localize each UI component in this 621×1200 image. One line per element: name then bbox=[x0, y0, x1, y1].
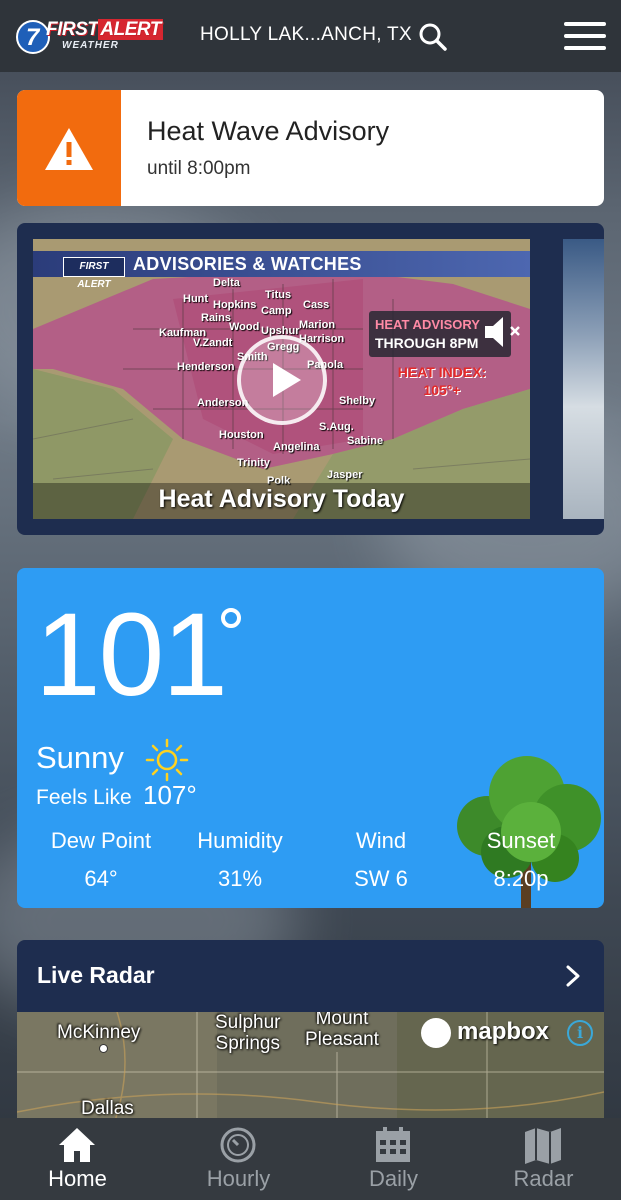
info-icon[interactable]: i bbox=[567, 1020, 593, 1046]
play-button[interactable] bbox=[237, 335, 327, 425]
mapbox-logo-icon bbox=[421, 1018, 451, 1048]
stat-value: SW 6 bbox=[354, 866, 408, 891]
chevron-right-icon[interactable] bbox=[563, 964, 583, 988]
alert-icon-box bbox=[17, 90, 121, 206]
clock-icon bbox=[220, 1127, 256, 1163]
city-label-sulphur-springs: Sulphur Springs bbox=[215, 1012, 281, 1054]
logo-subtext: WEATHER bbox=[62, 40, 119, 51]
advisory-overlay-line1: HEAT ADVISORY bbox=[375, 317, 480, 332]
stat-label: Dew Point bbox=[50, 828, 152, 853]
map-banner-title: ADVISORIES & WATCHES bbox=[133, 254, 362, 274]
heat-index-label: HEAT INDEX: bbox=[397, 364, 487, 380]
nav-daily[interactable]: Daily bbox=[316, 1118, 471, 1200]
search-icon[interactable] bbox=[418, 22, 448, 52]
hamburger-menu-icon[interactable] bbox=[564, 22, 606, 50]
county-label: Cass bbox=[303, 299, 330, 311]
condition-text: Sunny bbox=[36, 740, 124, 775]
city-dot bbox=[99, 1044, 108, 1053]
alert-subtitle: until 8:00pm bbox=[147, 158, 251, 179]
app-header: 7 FIRST ALERT WEATHER HOLLY LAK...ANCH, T… bbox=[0, 0, 621, 72]
map-icon bbox=[525, 1128, 561, 1164]
home-icon bbox=[59, 1128, 95, 1162]
nav-hourly[interactable]: Hourly bbox=[161, 1118, 316, 1200]
stat-value: 8:20p bbox=[493, 866, 549, 891]
calendar-icon bbox=[376, 1127, 410, 1162]
feels-like-label: Feels Like bbox=[36, 786, 132, 809]
current-conditions-card[interactable]: 101 Sunny Feels Like 107° Dew Point 64° … bbox=[17, 568, 604, 908]
county-label: Titus bbox=[265, 289, 292, 301]
advisory-overlay-line2: THROUGH 8PM bbox=[375, 335, 479, 351]
county-label: S.Aug. bbox=[319, 421, 354, 433]
stat-label: Wind bbox=[355, 828, 407, 853]
live-radar-card[interactable]: Live Radar McKinney Sulphur Springs Mount… bbox=[17, 940, 604, 1140]
dew-point-stat: Dew Point 64° bbox=[31, 828, 171, 892]
bottom-navigation: Home Hourly Daily Radar bbox=[0, 1118, 621, 1200]
county-label: Houston bbox=[219, 429, 264, 441]
logo-text: FIRST ALERT bbox=[46, 19, 163, 40]
sun-icon bbox=[145, 738, 189, 782]
county-label: Sabine bbox=[347, 435, 384, 447]
nav-label: Home bbox=[48, 1166, 107, 1191]
nav-radar[interactable]: Radar bbox=[466, 1118, 621, 1200]
play-icon bbox=[273, 363, 301, 397]
heat-advisory-alert-card[interactable]: Heat Wave Advisory until 8:00pm bbox=[17, 90, 604, 206]
stat-label: Humidity bbox=[197, 828, 283, 853]
nav-home[interactable]: Home bbox=[0, 1118, 155, 1200]
county-label: Henderson bbox=[177, 361, 235, 373]
county-label: Shelby bbox=[339, 395, 376, 407]
county-label: Hunt bbox=[183, 293, 209, 305]
stat-value: 31% bbox=[217, 866, 263, 891]
nav-label: Daily bbox=[369, 1166, 418, 1191]
video-caption: Heat Advisory Today bbox=[158, 485, 405, 513]
county-label: Angelina bbox=[273, 441, 320, 453]
nav-label: Hourly bbox=[206, 1166, 271, 1191]
county-label: Hopkins bbox=[213, 299, 257, 311]
location-label[interactable]: HOLLY LAK...ANCH, TX bbox=[200, 24, 412, 46]
city-label-mount-pleasant: Mount Pleasant bbox=[305, 1012, 379, 1050]
stat-value: 64° bbox=[84, 866, 118, 891]
radar-title: Live Radar bbox=[37, 962, 155, 988]
county-label: Camp bbox=[261, 305, 292, 317]
first-alert-banner-logo: FIRST ALERT bbox=[63, 257, 125, 290]
heat-index-value: 105°+ bbox=[423, 382, 461, 398]
mute-icon[interactable] bbox=[483, 315, 525, 349]
county-label: Wood bbox=[229, 321, 260, 333]
degree-symbol bbox=[221, 608, 241, 628]
wind-stat: Wind SW 6 bbox=[311, 828, 451, 892]
county-label: Trinity bbox=[237, 457, 271, 469]
county-label: Rains bbox=[201, 312, 231, 324]
current-temperature: 101 bbox=[35, 589, 228, 721]
county-label: V.Zandt bbox=[193, 337, 233, 349]
heat-index-overlay: HEAT INDEX: 105°+ bbox=[379, 363, 505, 399]
next-video-thumbnail[interactable] bbox=[563, 239, 604, 519]
feels-like-value: 107° bbox=[143, 780, 197, 810]
stat-label: Sunset bbox=[486, 828, 556, 853]
warning-triangle-icon bbox=[45, 128, 93, 170]
nav-label: Radar bbox=[513, 1166, 574, 1191]
mapbox-text: mapbox bbox=[457, 1018, 550, 1045]
humidity-stat: Humidity 31% bbox=[170, 828, 310, 892]
city-label-mckinney: McKinney bbox=[57, 1022, 141, 1043]
county-label: Marion bbox=[299, 319, 336, 331]
county-label: Jasper bbox=[327, 469, 363, 481]
alert-title: Heat Wave Advisory bbox=[147, 116, 390, 146]
city-label-dallas: Dallas bbox=[81, 1098, 134, 1119]
channel-7-logo: 7 bbox=[16, 20, 50, 54]
video-thumbnail[interactable]: FIRST ALERT ADVISORIES & WATCHES Delta T… bbox=[33, 239, 530, 519]
county-label: Delta bbox=[213, 277, 240, 289]
sunset-stat: Sunset 8:20p bbox=[451, 828, 591, 892]
first-alert-weather-logo[interactable]: 7 FIRST ALERT WEATHER bbox=[16, 18, 163, 54]
video-carousel[interactable]: FIRST ALERT ADVISORIES & WATCHES Delta T… bbox=[17, 223, 604, 535]
